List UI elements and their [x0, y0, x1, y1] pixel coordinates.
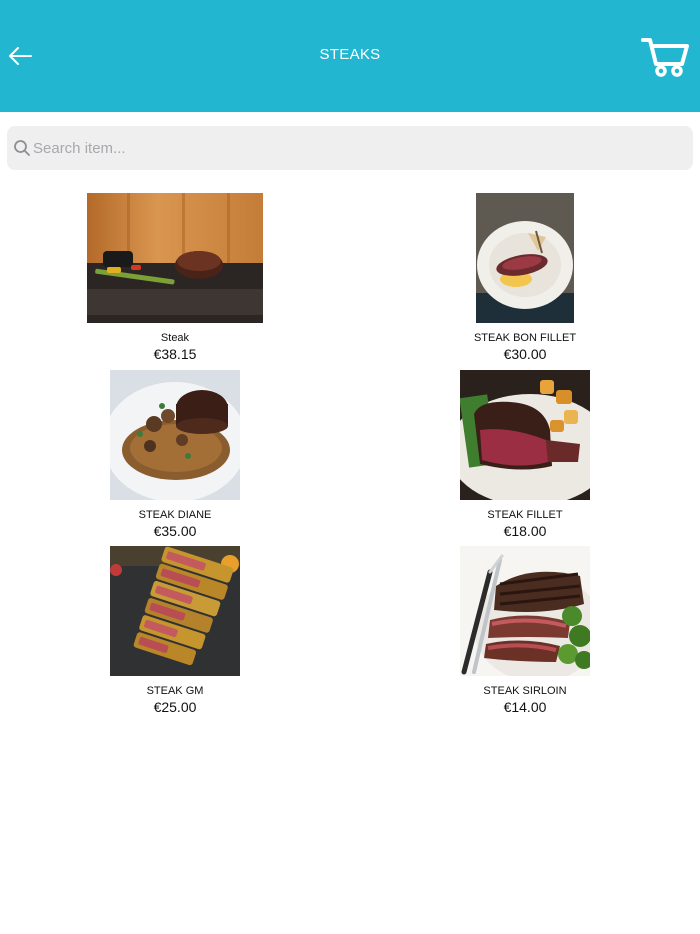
- product-price: €30.00: [503, 346, 547, 362]
- product-image: [110, 370, 240, 500]
- app-header: STEAKS: [0, 0, 700, 112]
- product-image: [110, 546, 240, 676]
- search-bar: [7, 126, 693, 170]
- cart-button[interactable]: [640, 34, 690, 80]
- product-card[interactable]: STEAK FILLET €18.00: [350, 370, 700, 547]
- page-title: STEAKS: [319, 46, 381, 63]
- product-name: STEAK BON FILLET: [473, 332, 577, 344]
- product-card[interactable]: STEAK BON FILLET €30.00: [350, 193, 700, 370]
- product-image: [476, 193, 574, 323]
- product-price: €38.15: [153, 346, 197, 362]
- product-image: [460, 370, 590, 500]
- cart-icon: [641, 38, 689, 77]
- product-price: €35.00: [153, 523, 197, 539]
- search-icon: [14, 140, 30, 156]
- product-card[interactable]: STEAK DIANE €35.00: [0, 370, 350, 547]
- product-name: STEAK SIRLOIN: [483, 685, 567, 697]
- product-name: Steak: [160, 332, 190, 344]
- product-name: STEAK FILLET: [487, 509, 563, 521]
- product-price: €25.00: [153, 699, 197, 715]
- product-name: STEAK GM: [146, 685, 204, 697]
- search-input[interactable]: [33, 126, 673, 170]
- product-image: [87, 193, 263, 323]
- product-name: STEAK DIANE: [138, 509, 212, 521]
- product-card[interactable]: STEAK GM €25.00: [0, 546, 350, 723]
- product-image: [460, 546, 590, 676]
- product-price: €14.00: [503, 699, 547, 715]
- product-price: €18.00: [503, 523, 547, 539]
- product-card[interactable]: Steak €38.15: [0, 193, 350, 370]
- product-card[interactable]: STEAK SIRLOIN €14.00: [350, 546, 700, 723]
